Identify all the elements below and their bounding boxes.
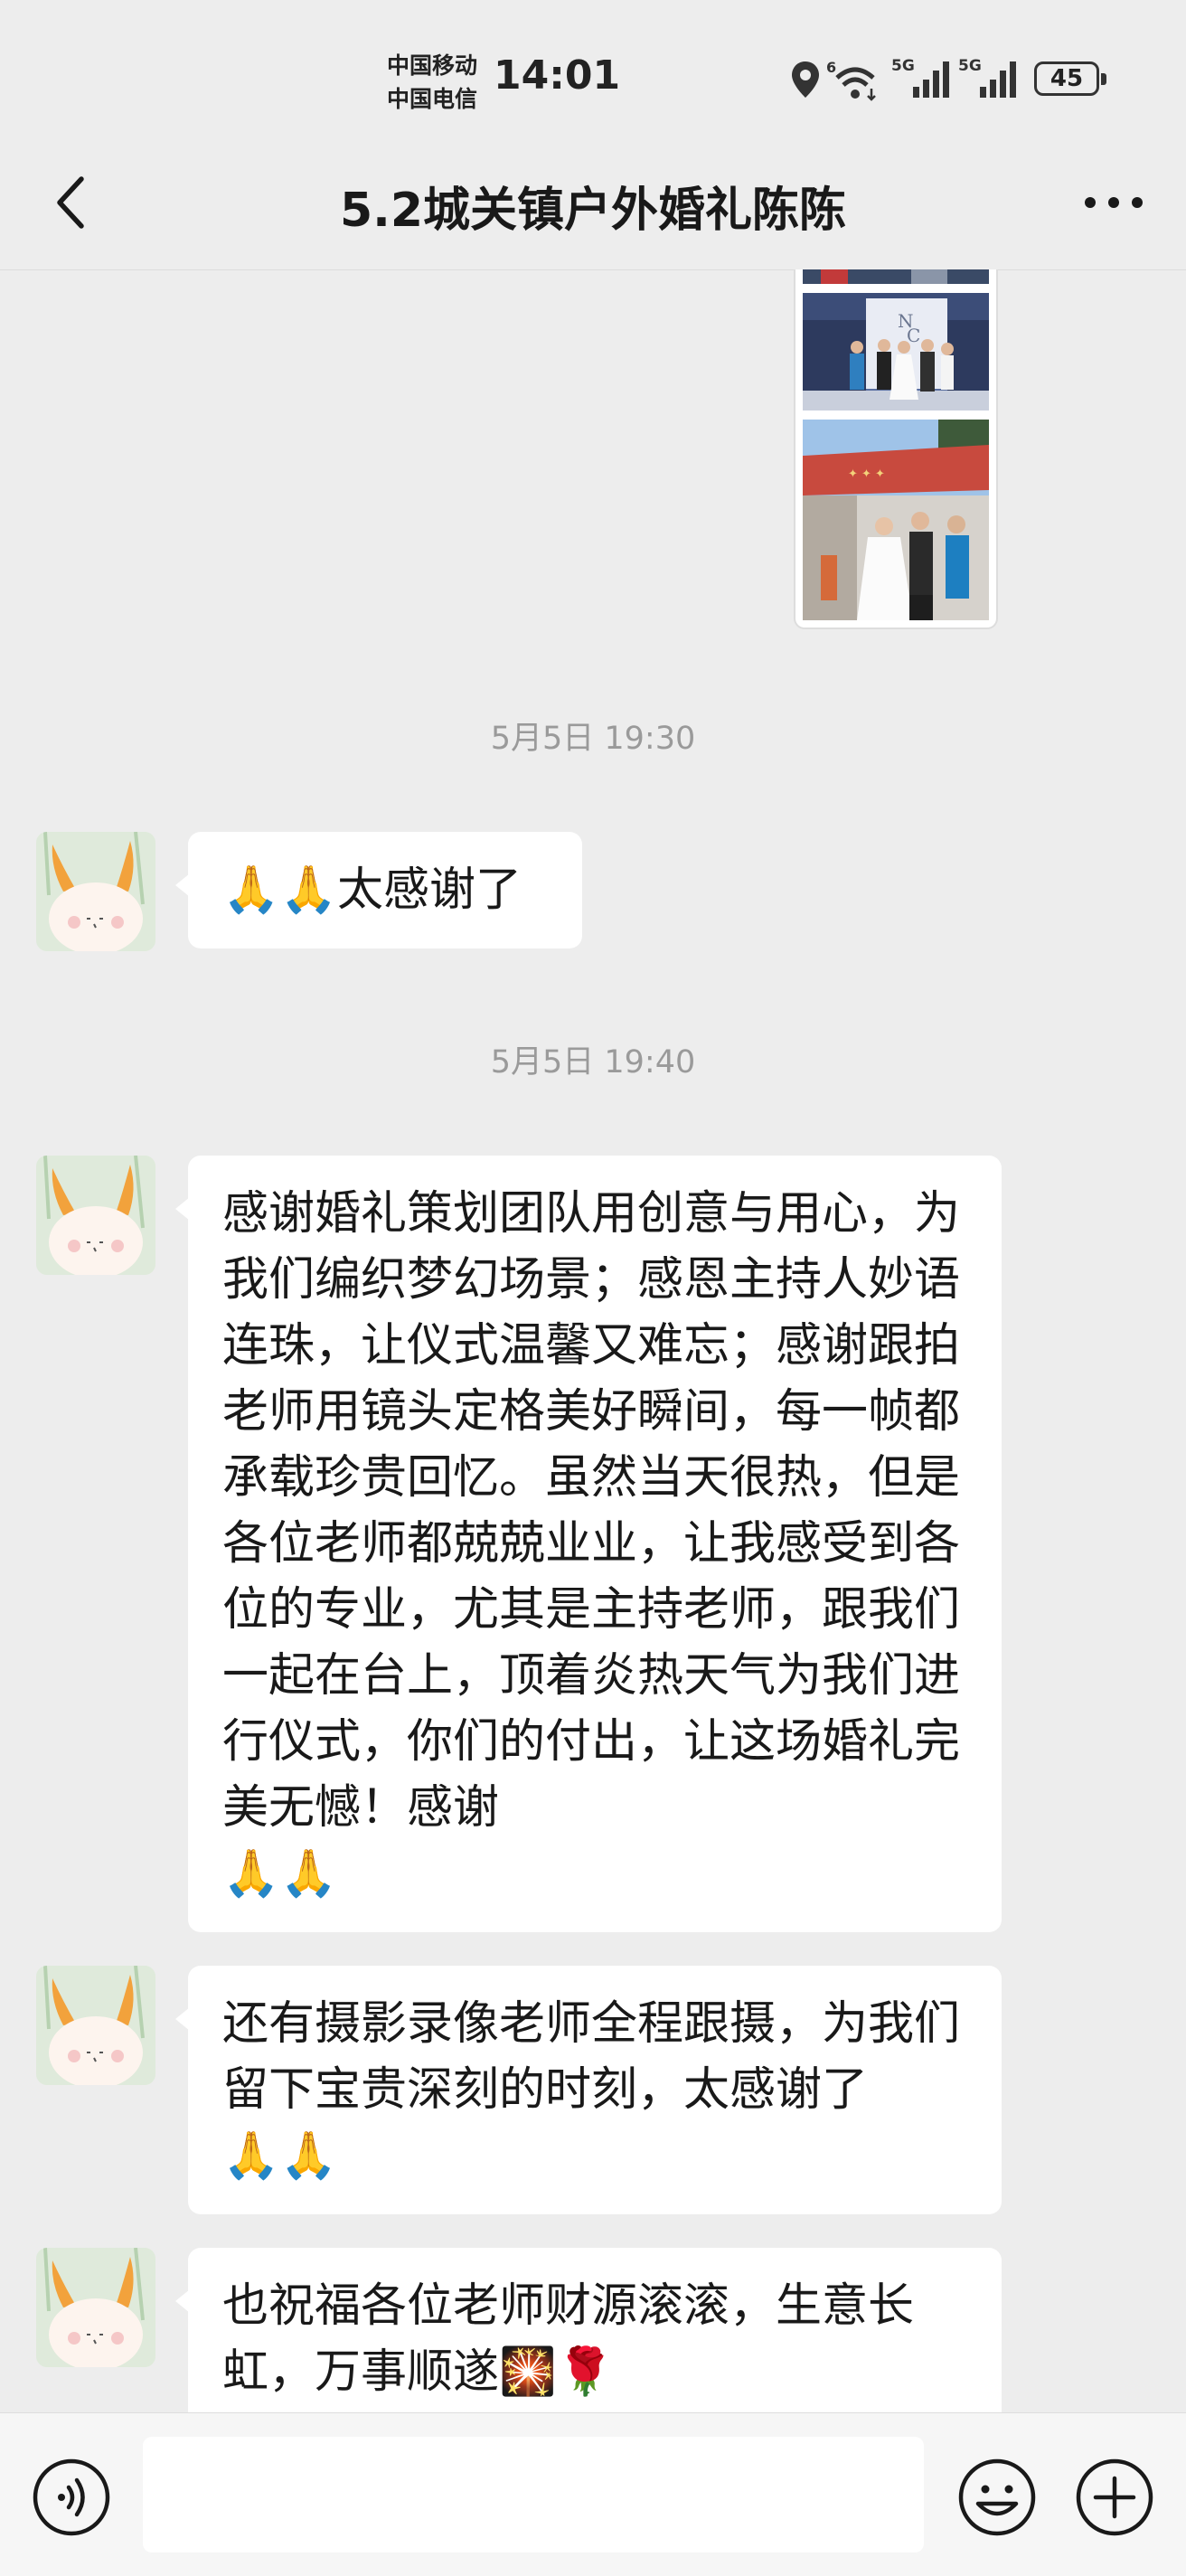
voice-icon[interactable] — [31, 2457, 112, 2538]
message-bubble[interactable]: 还有摄影录像老师全程跟摄，为我们留下宝贵深刻的时刻，太感谢了 🙏🙏 — [175, 1966, 1002, 2214]
bunny-avatar-icon — [36, 832, 155, 951]
svg-text:C: C — [907, 325, 920, 346]
chevron-left-icon[interactable] — [40, 170, 105, 235]
wedding-photo-thumbnail[interactable] — [803, 269, 989, 284]
message-text: 感谢婚礼策划团队用创意与用心，为我们编织梦幻场景；感恩主持人妙语连珠，让仪式温馨… — [222, 1187, 961, 1835]
signal-2-icon: 5G — [958, 57, 1016, 98]
emoji-face-icon[interactable] — [956, 2457, 1038, 2538]
status-bar: 中国移动 中国电信 14:01 6 5G 5G 45 — [0, 0, 1186, 136]
pray-emoji: 🙏🙏 — [222, 1847, 338, 1901]
input-bar — [0, 2412, 1186, 2576]
message-input[interactable] — [143, 2437, 924, 2552]
wedding-tent-photo[interactable]: ✦ ✦ ✦ — [803, 420, 989, 620]
message-timestamp: 5月5日 19:30 — [490, 721, 696, 757]
bunny-avatar-icon — [36, 1966, 155, 2085]
battery-indicator: 45 — [1034, 61, 1106, 96]
chat-header: 5.2城关镇户外婚礼陈陈 — [0, 136, 1186, 270]
message-text: 还有摄影录像老师全程跟摄，为我们留下宝贵深刻的时刻，太感谢了 — [222, 1997, 961, 2117]
svg-text:✦ ✦ ✦: ✦ ✦ ✦ — [848, 467, 885, 481]
pray-emoji: 🙏🙏 — [222, 2129, 338, 2183]
carrier-1: 中国移动 — [387, 52, 478, 79]
message-bubble[interactable]: 🙏🙏太感谢了 — [175, 832, 582, 948]
avatar[interactable] — [36, 2248, 155, 2367]
chat-title: 5.2城关镇户外婚礼陈陈 — [339, 184, 847, 238]
status-time: 14:01 — [494, 52, 621, 99]
svg-text:5G: 5G — [891, 57, 915, 75]
pray-emoji: 🙏🙏 — [222, 863, 338, 917]
message-timestamp: 5月5日 19:40 — [490, 1044, 696, 1080]
message-bubble[interactable]: 也祝福各位老师财源滚滚，生意长虹，万事顺遂🎇🌹 — [175, 2248, 1002, 2412]
message-list[interactable]: N C ✦ ✦ ✦ 5月5日 19:30 🙏🙏太感谢了 5月5日 19:40 感… — [0, 269, 1186, 2412]
plus-icon[interactable] — [1074, 2457, 1155, 2538]
wifi-icon: 6 — [826, 59, 876, 101]
wedding-stage-photo[interactable]: N C — [803, 293, 989, 410]
firework-rose-emoji: 🎇🌹 — [499, 2345, 615, 2399]
svg-text:5G: 5G — [958, 57, 982, 75]
bunny-avatar-icon — [36, 1156, 155, 1275]
status-icons: 6 5G 5G 45 — [785, 54, 1155, 105]
carrier-2: 中国电信 — [387, 86, 478, 112]
wifi-badge: 6 — [826, 59, 836, 76]
avatar[interactable] — [36, 1966, 155, 2085]
location-icon — [792, 61, 819, 98]
message-text: 太感谢了 — [337, 863, 522, 917]
message-bubble[interactable]: 感谢婚礼策划团队用创意与用心，为我们编织梦幻场景；感恩主持人妙语连珠，让仪式温馨… — [175, 1156, 1002, 1932]
carrier-names: 中国移动 中国电信 — [387, 49, 495, 116]
avatar[interactable] — [36, 1156, 155, 1275]
more-dots-icon[interactable] — [1078, 170, 1150, 235]
avatar[interactable] — [36, 832, 155, 951]
image-message-stack[interactable]: N C ✦ ✦ ✦ — [795, 269, 996, 627]
signal-1-icon: 5G — [891, 57, 949, 98]
bunny-avatar-icon — [36, 2248, 155, 2367]
